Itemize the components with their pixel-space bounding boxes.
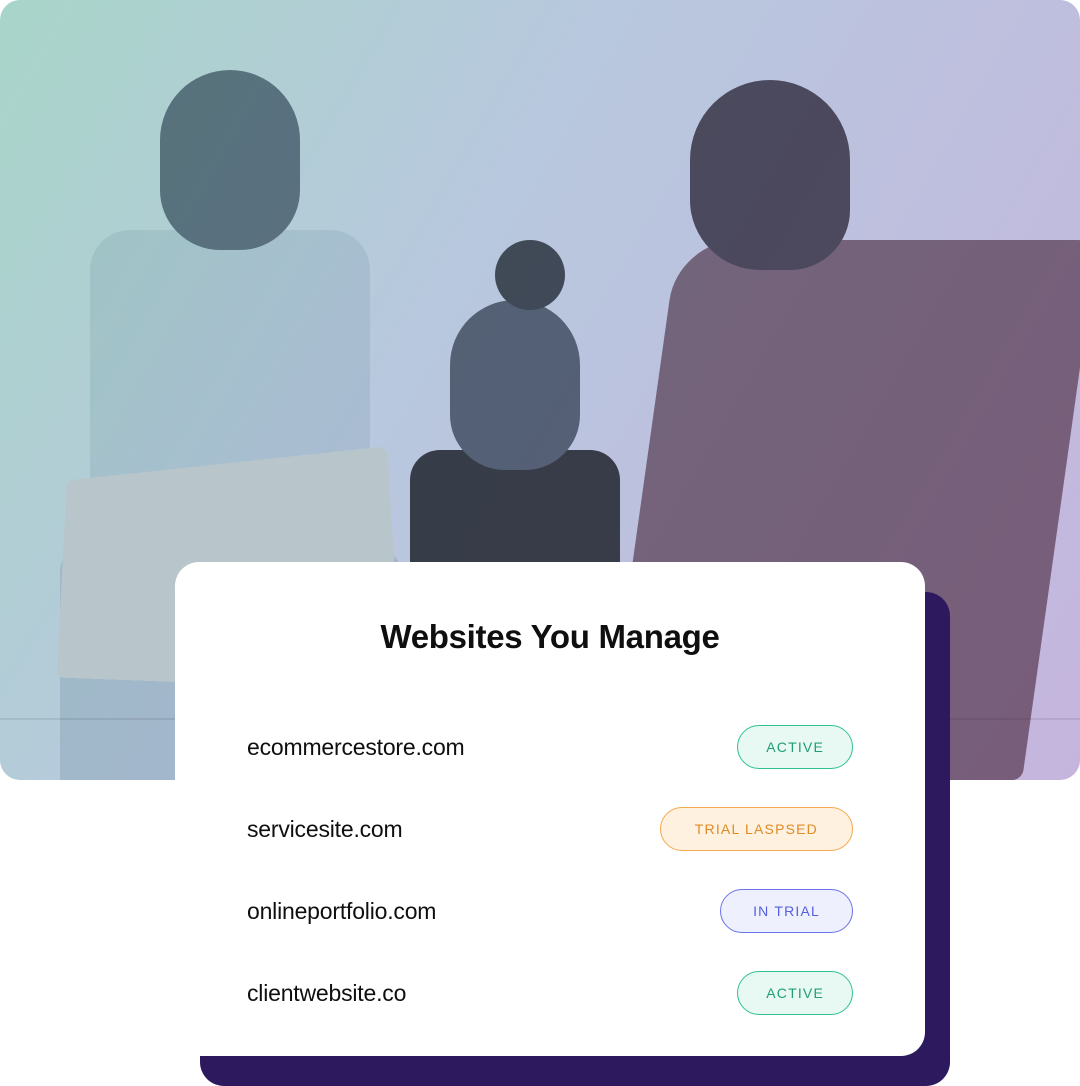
site-name: onlineportfolio.com (247, 898, 436, 925)
site-name: clientwebsite.co (247, 980, 406, 1007)
site-row[interactable]: onlineportfolio.com IN TRIAL (247, 870, 853, 952)
websites-card: Websites You Manage ecommercestore.com A… (175, 562, 925, 1056)
site-row[interactable]: servicesite.com TRIAL LASPSED (247, 788, 853, 870)
card-title: Websites You Manage (247, 618, 853, 656)
status-badge-in-trial: IN TRIAL (720, 889, 853, 933)
site-row[interactable]: clientwebsite.co ACTIVE (247, 952, 853, 1034)
site-name: servicesite.com (247, 816, 403, 843)
status-badge-trial-lapsed: TRIAL LASPSED (660, 807, 853, 851)
site-row[interactable]: ecommercestore.com ACTIVE (247, 706, 853, 788)
status-badge-active: ACTIVE (737, 725, 853, 769)
status-badge-active: ACTIVE (737, 971, 853, 1015)
site-name: ecommercestore.com (247, 734, 465, 761)
